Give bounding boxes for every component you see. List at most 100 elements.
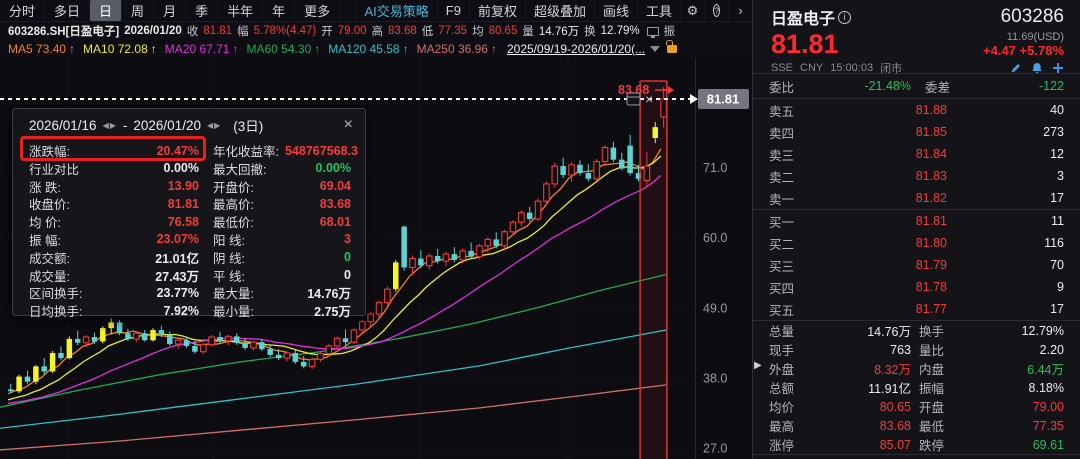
range-selector-link[interactable]: 2025/09/19-2026/01/20(... [507,40,678,56]
range-stats-popup: 2026/01/16 ◀▶ - 2026/01/20 ◀▶ (3日) × 涨跌幅… [12,108,366,320]
bid-price[interactable]: 81.79 [817,258,947,272]
popup-stat-row: 行业对比 0.00% 最大回撤: 0.00% [29,159,351,177]
tab-半年[interactable]: 半年 [218,0,264,21]
tool-F9[interactable]: F9 [436,0,469,21]
ask-price[interactable]: 81.84 [817,147,947,161]
stat-value: 81.81 [167,196,199,211]
status-field-label: 量 [522,26,534,38]
status-field-label: 均 [472,26,484,38]
bid-row-2[interactable]: 买二 81.80 116 [753,232,1080,254]
ask-row-1[interactable]: 卖五 81.88 40 [753,99,1080,121]
ask-volume: 12 [1050,147,1064,161]
tab-多日[interactable]: 多日 [45,0,91,21]
weibi-value: -21.48% [864,79,911,93]
svg-text:38.0: 38.0 [703,372,727,386]
bid-price[interactable]: 81.78 [817,280,947,294]
alert-bell-icon[interactable] [1031,62,1043,74]
close-icon[interactable]: × [344,117,353,133]
stat-value: 8.18% [1028,380,1064,395]
date-step-arrows-icon[interactable]: ◀▶ [207,121,221,130]
bid-row-5[interactable]: 买五 81.77 17 [753,298,1080,320]
info-icon[interactable]: i [838,10,852,24]
stat-label: 开盘 [919,401,945,415]
date-step-arrows-icon[interactable]: ◀▶ [103,121,117,130]
stat-label: 年化收益率: [213,145,279,159]
tab-月[interactable]: 月 [154,0,187,21]
tool-工具[interactable]: 工具 [636,0,680,21]
stock-trading-app: 分时 多日日周月季半年年更多 AI交易策略 F9 前复权 超级叠加 画线 工具 ⚙? › 603… [0,0,1080,459]
stat-value: 763 [890,342,911,357]
tool-AI交易策略[interactable]: AI交易策略 [355,0,436,21]
ma-legend-text: MA5 73.40 [8,42,67,56]
bid-row-3[interactable]: 买三 81.79 70 [753,254,1080,276]
up-arrow-icon: ↑ [150,42,157,56]
chevron-down-icon[interactable] [650,46,661,52]
stat-value: 14.76万 [307,287,351,302]
bid-price[interactable]: 81.77 [817,302,947,316]
stat-value: 23.77% [156,285,199,300]
quote-time: 15:00:03 [830,62,874,74]
exchange-label: SSE [771,62,794,74]
ask-row-2[interactable]: 卖四 81.85 273 [753,121,1080,143]
tab-日[interactable]: 日 [90,0,123,21]
add-plus-icon[interactable] [1052,62,1064,74]
svg-text:71.0: 71.0 [703,161,727,175]
bid-row-4[interactable]: 买四 81.78 9 [753,276,1080,298]
stat-label: 换手 [919,325,945,339]
bid-price[interactable]: 81.81 [817,214,947,228]
window-monitor-icon[interactable] [646,26,659,38]
tools-group: AI交易策略 F9 前复权 超级叠加 画线 工具 ⚙? › [355,0,752,21]
tool-前复权[interactable]: 前复权 [468,0,525,21]
ask-price[interactable]: 81.83 [817,169,947,183]
ask-level-label: 卖三 [769,148,795,163]
ask-price[interactable]: 81.85 [817,125,947,139]
weibi-label: 委比 [769,80,795,95]
remove-selection-icon[interactable]: × [645,91,653,107]
tab-更多[interactable]: 更多 [295,0,341,21]
stat-label: 跌停 [919,439,945,453]
tab-季[interactable]: 季 [186,0,219,21]
stat-label: 行业对比 [29,162,80,177]
bid-row-1[interactable]: 买一 81.81 11 [753,210,1080,232]
settings-gear-icon[interactable]: ⚙ [680,0,704,21]
calendar-drag-icon[interactable] [626,92,641,106]
period-toolbar: 分时 多日日周月季半年年更多 AI交易策略 F9 前复权 超级叠加 画线 工具 ⚙? › [0,0,752,22]
stat-label: 最大量: [213,287,254,302]
bid-price[interactable]: 81.80 [817,236,947,250]
status-field-value: 83.68 [388,25,417,37]
chart-section: 分时 多日日周月季半年年更多 AI交易策略 F9 前复权 超级叠加 画线 工具 ⚙? › 603… [0,0,752,459]
ask-row-5[interactable]: 卖一 81.82 17 [753,187,1080,209]
edit-pencil-icon[interactable] [1010,62,1022,74]
tool-超级叠加[interactable]: 超级叠加 [524,0,594,21]
ask-volume: 3 [1057,169,1064,183]
ask-price[interactable]: 81.82 [817,191,947,205]
popup-dash: - [122,117,128,133]
popup-stat-row: 日均换手: 7.92% 最小量: 2.75万 [29,301,351,320]
status-field-value: 79.00 [337,25,367,37]
tab-周[interactable]: 周 [122,0,155,21]
range-label[interactable]: 2025/09/19-2026/01/20(... [507,42,645,56]
tab-分时[interactable]: 分时 [0,0,46,21]
weibi-row: 委比 -21.48% 委差 -122 [753,74,1080,99]
tool-画线[interactable]: 画线 [593,0,637,21]
unlock-icon[interactable] [666,40,678,53]
status-field-label: 低 [421,26,434,38]
chevron-more-icon[interactable]: › [728,0,752,21]
popup-stat-row: 收盘价: 81.81 最高价: 83.68 [29,194,351,213]
status-bar: 603286.SH[日盈电子] 2026/01/20 收 81.81 幅 5.78%(4.… [0,22,752,40]
stat-value: 83.68 [319,196,351,211]
ask-price[interactable]: 81.88 [817,103,947,117]
stat-label: 收盘价: [29,198,70,213]
bid-volume: 17 [1050,302,1064,316]
panel-collapse-handle[interactable]: ▶ [754,360,762,371]
help-icon[interactable]: ? [704,0,728,21]
stat-label: 区间换手: [29,287,83,302]
status-field-value: 12.79% [600,25,640,37]
price-change-pct: +5.78% [1019,43,1064,58]
ask-row-4[interactable]: 卖二 81.83 3 [753,165,1080,187]
tab-年[interactable]: 年 [263,0,296,21]
candlestick-chart-area: 71.0 60.0 49.0 38.0 27.0 81.81 83.68 × 2026/01/… [0,58,752,459]
ma-legend-bar: MA5 73.40 ↑ MA10 72.08 ↑ MA20 67.71 ↑ MA60 54.… [0,40,752,58]
bid-level-label: 买二 [769,237,795,252]
ask-row-3[interactable]: 卖三 81.84 12 [753,143,1080,165]
